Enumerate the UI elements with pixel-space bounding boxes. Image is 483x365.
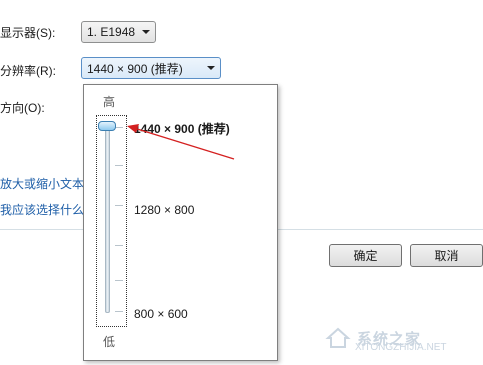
- display-settings-window: 显示器(S): 1. E1948 分辨率(R): 1440 × 900 (推荐)…: [0, 0, 483, 365]
- annotation-arrow-icon: [127, 124, 235, 160]
- watermark-logo: 系统之家 XITONGZHIJIA.NET: [325, 318, 475, 358]
- watermark-house-icon: [325, 327, 351, 348]
- watermark-url: XITONGZHIJIA.NET: [355, 342, 447, 353]
